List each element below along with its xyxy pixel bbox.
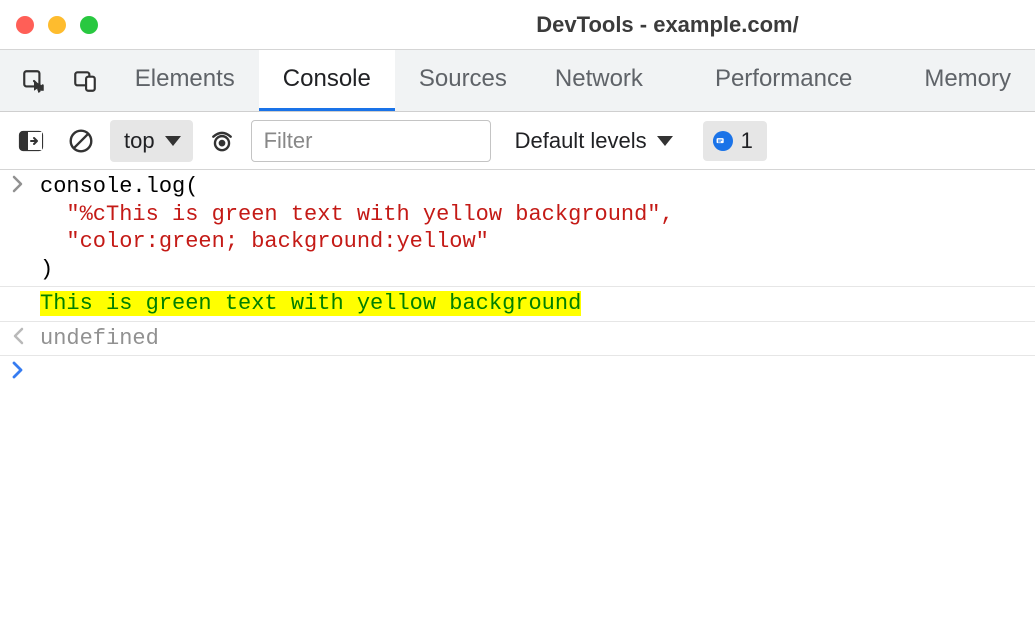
return-chevron-icon: [12, 325, 40, 345]
tab-label: Performance: [715, 65, 852, 93]
inspect-element-icon[interactable]: [8, 50, 59, 111]
filter-input[interactable]: [251, 120, 491, 162]
chevron-down-icon: [165, 136, 181, 146]
tab-sources[interactable]: Sources: [395, 50, 531, 111]
console-input-echo: console.log( "%cThis is green text with …: [0, 170, 1035, 286]
console-toolbar: top Default levels 1: [0, 112, 1035, 170]
window-titlebar: DevTools - example.com/: [0, 0, 1035, 50]
console-prompt[interactable]: [0, 355, 1035, 382]
log-levels-select[interactable]: Default levels: [507, 128, 681, 154]
close-window-button[interactable]: [16, 16, 34, 34]
levels-label: Default levels: [515, 128, 647, 154]
tab-label: Elements: [135, 65, 235, 93]
issues-count: 1: [741, 128, 753, 154]
tab-network[interactable]: Network: [531, 50, 667, 111]
minimize-window-button[interactable]: [48, 16, 66, 34]
window-controls: [16, 16, 98, 34]
tab-label: Memory: [924, 65, 1011, 93]
tab-console[interactable]: Console: [259, 50, 395, 111]
input-code: console.log( "%cThis is green text with …: [40, 173, 1025, 283]
log-message: This is green text with yellow backgroun…: [40, 290, 1025, 318]
tab-label: Network: [555, 65, 643, 93]
styled-log-text: This is green text with yellow backgroun…: [40, 291, 581, 316]
input-chevron-icon: [12, 173, 40, 193]
tab-performance[interactable]: Performance: [691, 50, 876, 111]
chevron-down-icon: [657, 136, 673, 146]
return-text: undefined: [40, 326, 159, 351]
output-gutter: [12, 290, 40, 292]
console-log-output: This is green text with yellow backgroun…: [0, 286, 1035, 321]
execution-context-select[interactable]: top: [110, 120, 193, 162]
console-area: console.log( "%cThis is green text with …: [0, 170, 1035, 382]
tab-label: Console: [283, 65, 371, 93]
issues-chip[interactable]: 1: [703, 121, 767, 161]
issues-icon: [713, 131, 733, 151]
panel-tabstrip: Elements Console Sources Network Perform…: [0, 50, 1035, 112]
device-toolbar-icon[interactable]: [59, 50, 110, 111]
clear-console-icon[interactable]: [60, 120, 102, 162]
window-title: DevTools - example.com/: [536, 12, 798, 38]
live-expression-icon[interactable]: [201, 120, 243, 162]
tab-memory[interactable]: Memory: [900, 50, 1035, 111]
context-label: top: [124, 128, 155, 154]
maximize-window-button[interactable]: [80, 16, 98, 34]
tab-elements[interactable]: Elements: [111, 50, 259, 111]
toggle-sidebar-icon[interactable]: [10, 120, 52, 162]
prompt-chevron-icon: [12, 359, 40, 379]
tab-label: Sources: [419, 65, 507, 93]
console-return-value: undefined: [0, 321, 1035, 356]
